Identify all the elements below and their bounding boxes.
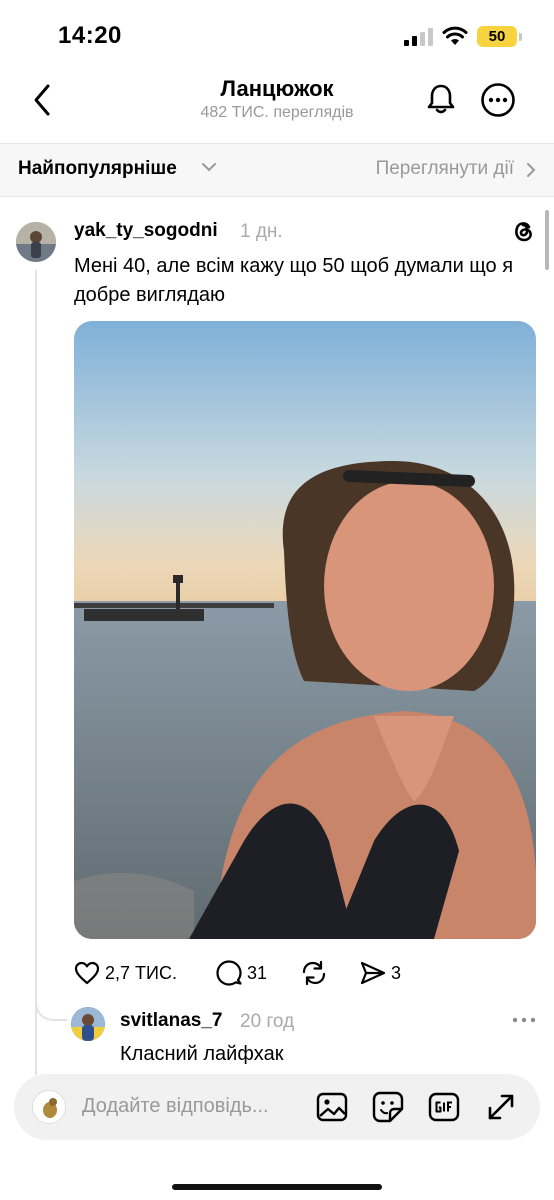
wifi-icon (442, 26, 468, 45)
user-avatar-image (33, 1091, 65, 1123)
reply-composer (14, 1074, 540, 1140)
reply-timestamp: 20 год (240, 1011, 295, 1032)
thread-connector-curve (35, 985, 67, 1021)
repost-button[interactable] (300, 958, 328, 988)
sort-bar: Найпопулярніше Переглянути дії (0, 143, 554, 197)
status-bar: 14:20 50 (0, 0, 554, 70)
comment-button[interactable]: 31 (216, 958, 267, 988)
composer-avatar (32, 1090, 66, 1124)
send-icon (360, 961, 386, 985)
beach-selfie-image (74, 321, 536, 939)
chevron-down-icon[interactable] (201, 161, 217, 173)
signal-icon (404, 28, 433, 46)
view-actions-link[interactable]: Переглянути дії (376, 158, 514, 180)
gif-icon (428, 1092, 460, 1122)
gif-button[interactable] (428, 1091, 460, 1123)
reply-username[interactable]: svitlanas_7 (120, 1010, 222, 1032)
comment-icon (216, 960, 242, 986)
expand-button[interactable] (485, 1091, 517, 1123)
avatar-image (16, 222, 56, 262)
status-time: 14:20 (58, 22, 122, 49)
like-count: 2,7 ТИС. (105, 962, 177, 983)
battery-indicator: 50 (477, 26, 517, 47)
sticker-icon (372, 1091, 404, 1123)
chevron-right-icon[interactable] (526, 162, 536, 178)
post-timestamp: 1 дн. (240, 221, 283, 242)
home-indicator[interactable] (172, 1184, 382, 1190)
post-username[interactable]: yak_ty_sogodni (74, 220, 218, 242)
scrollbar[interactable] (545, 210, 549, 270)
comment-count: 31 (247, 962, 268, 983)
more-circle-icon (481, 83, 515, 117)
battery-tip (519, 33, 522, 41)
page-title: Ланцюжок (220, 76, 334, 101)
repost-icon (302, 960, 326, 986)
thread-header: Ланцюжок 482 ТИС. переглядів (0, 70, 554, 144)
reply-text: Класний лайфхак (120, 1043, 284, 1065)
thread-connector-line (35, 270, 37, 1075)
bell-icon (427, 84, 455, 114)
post-actions: 2,7 ТИС. 31 3 (74, 958, 474, 988)
more-options-button[interactable] (478, 80, 518, 120)
sort-dropdown[interactable]: Найпопулярніше (18, 158, 177, 180)
avatar[interactable] (16, 222, 56, 262)
notifications-button[interactable] (422, 80, 460, 118)
post-text: Мені 40, але всім кажу що 50 щоб думали … (74, 255, 514, 306)
more-horizontal-icon[interactable] (510, 1010, 538, 1030)
threads-logo-icon (515, 222, 532, 242)
like-button[interactable]: 2,7 ТИС. (74, 958, 177, 988)
expand-icon (488, 1094, 514, 1120)
reply-input[interactable] (82, 1095, 302, 1118)
post-photo[interactable] (74, 321, 536, 939)
heart-icon (74, 961, 100, 985)
share-count: 3 (391, 962, 402, 983)
share-button[interactable]: 3 (360, 958, 401, 988)
attach-image-button[interactable] (316, 1091, 348, 1123)
sticker-button[interactable] (372, 1091, 404, 1123)
avatar-image (71, 1007, 105, 1041)
reply-avatar[interactable] (71, 1007, 105, 1041)
view-count: 482 ТИС. переглядів (200, 104, 354, 121)
image-icon (316, 1092, 348, 1122)
